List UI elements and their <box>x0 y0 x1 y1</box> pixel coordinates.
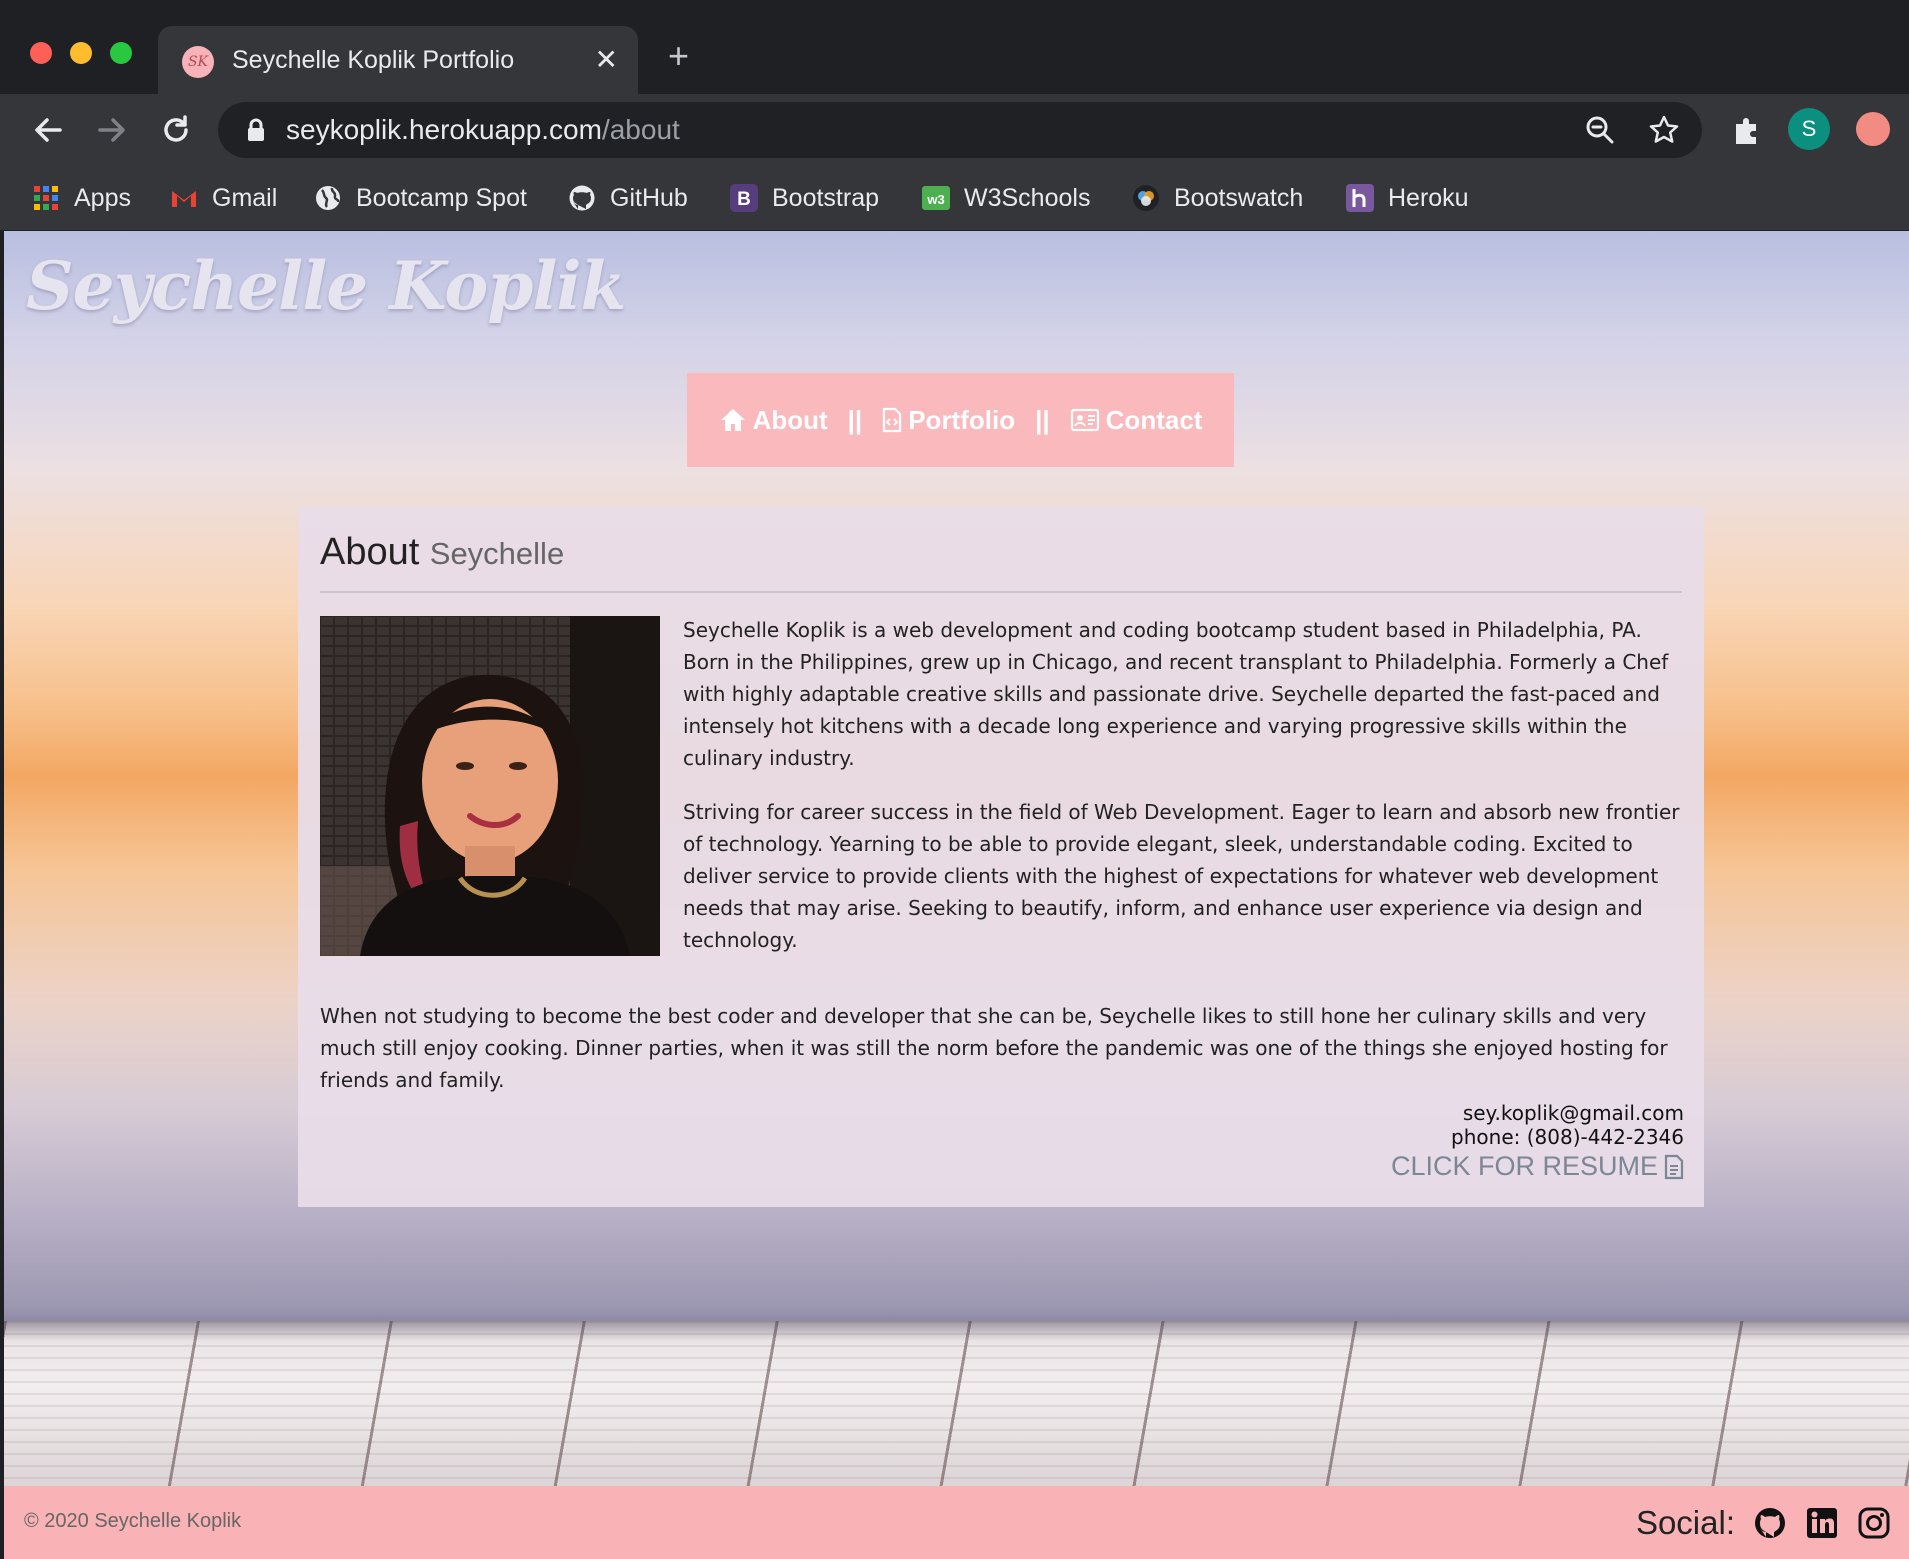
bookmark-heroku[interactable]: Heroku <box>1346 178 1469 218</box>
bookmark-star-icon[interactable] <box>1648 114 1680 146</box>
address-card-icon <box>1070 408 1099 432</box>
gmail-icon <box>172 191 196 207</box>
nav-portfolio-label: Portfolio <box>908 404 1016 435</box>
bookmark-github[interactable]: GitHub <box>568 178 688 218</box>
nav-contact-label: Contact <box>1105 404 1203 435</box>
about-card: About Seychelle Seychelle Koplik is a we… <box>298 507 1704 1207</box>
bookmark-w3schools[interactable]: w3 W3Schools <box>922 178 1090 218</box>
lock-icon <box>248 118 264 141</box>
bookmark-gmail[interactable]: Gmail <box>170 178 277 218</box>
address-bar[interactable]: seykoplik.herokuapp.com/about <box>218 102 1702 158</box>
zoom-icon[interactable] <box>1584 114 1616 146</box>
heroku-icon <box>1346 184 1374 212</box>
resume-link[interactable]: CLICK FOR RESUME <box>1391 1151 1684 1182</box>
page-viewport: Seychelle Koplik About || Portfolio || C… <box>4 231 1909 1559</box>
new-tab-button[interactable]: + <box>668 38 689 74</box>
linkedin-icon[interactable] <box>1805 1506 1839 1540</box>
bookmark-label: W3Schools <box>964 183 1091 212</box>
bootstrap-icon: B <box>730 184 758 212</box>
bookmark-bootswatch[interactable]: Bootswatch <box>1132 178 1303 218</box>
apps-grid-icon <box>34 186 58 210</box>
resume-link-label: CLICK FOR RESUME <box>1390 1151 1658 1181</box>
bookmark-label: Bootstrap <box>772 183 880 212</box>
social-label: Social: <box>1635 1504 1735 1541</box>
nav-portfolio[interactable]: Portfolio <box>882 405 1015 436</box>
bookmark-label: Apps <box>74 183 131 212</box>
instagram-icon[interactable] <box>1857 1506 1891 1540</box>
browser-chrome: SK Seychelle Koplik Portfolio ✕ + seykop… <box>0 0 1909 231</box>
maximize-window-button[interactable] <box>110 42 132 64</box>
file-code-icon <box>883 407 902 433</box>
reload-icon[interactable] <box>156 110 196 150</box>
social-links: Social: <box>1636 1504 1891 1542</box>
bookmark-label: GitHub <box>610 183 688 212</box>
toolbar: seykoplik.herokuapp.com/about S <box>0 94 1909 166</box>
heading-divider <box>320 591 1682 593</box>
footer: © 2020 Seychelle Koplik Social: <box>4 1486 1909 1559</box>
svg-text:B: B <box>737 189 751 210</box>
bookmark-apps[interactable]: Apps <box>32 178 131 218</box>
bookmark-bootstrap[interactable]: B Bootstrap <box>730 178 879 218</box>
bookmark-label: Heroku <box>1388 183 1469 212</box>
url-text: seykoplik.herokuapp.com/about <box>286 114 680 145</box>
about-paragraph: Seychelle Koplik is a web development an… <box>683 618 1669 770</box>
close-window-button[interactable] <box>30 42 52 64</box>
github-icon <box>569 185 595 211</box>
main-nav: About || Portfolio || Contact <box>687 373 1234 467</box>
site-title[interactable]: Seychelle Koplik <box>26 247 626 325</box>
minimize-window-button[interactable] <box>70 42 92 64</box>
bookmark-label: Bootcamp Spot <box>356 183 527 212</box>
bootswatch-icon <box>1133 185 1159 211</box>
bookmark-bootcamp-spot[interactable]: Bootcamp Spot <box>314 178 527 218</box>
update-icon[interactable] <box>1856 112 1890 146</box>
tab-close-icon[interactable]: ✕ <box>595 42 618 78</box>
nav-separator: || <box>1035 404 1050 435</box>
home-icon <box>720 409 745 431</box>
tab-title: Seychelle Koplik Portfolio <box>232 46 515 74</box>
about-heading-main: About <box>320 531 420 573</box>
favicon-icon: SK <box>182 46 214 78</box>
back-icon[interactable] <box>28 110 68 150</box>
about-paragraph: When not studying to become the best cod… <box>320 1004 1668 1092</box>
svg-text:w3: w3 <box>926 192 944 207</box>
wood-floor-background <box>4 1321 1909 1486</box>
nav-contact[interactable]: Contact <box>1070 404 1203 436</box>
tab-strip: SK Seychelle Koplik Portfolio ✕ + <box>0 0 1909 94</box>
profile-avatar[interactable]: S <box>1788 108 1830 150</box>
forward-icon[interactable] <box>92 110 132 150</box>
globe-icon <box>316 186 340 210</box>
portrait-image <box>320 616 660 956</box>
about-heading-sub: Seychelle <box>429 536 565 571</box>
nav-about[interactable]: About <box>719 405 828 436</box>
nav-separator: || <box>847 404 863 435</box>
contact-block: sey.koplik@gmail.com phone: (808)-442-23… <box>1391 1101 1684 1182</box>
profile-photo <box>320 616 660 956</box>
about-heading: About Seychelle <box>320 531 564 574</box>
file-icon <box>1664 1154 1684 1179</box>
copyright-text: © 2020 Seychelle Koplik <box>24 1510 242 1532</box>
bookmark-label: Bootswatch <box>1174 183 1304 212</box>
about-paragraph: Striving for career success in the field… <box>683 800 1680 952</box>
extensions-icon[interactable] <box>1728 110 1768 150</box>
w3schools-icon: w3 <box>922 186 950 210</box>
bookmark-label: Gmail <box>212 183 278 212</box>
email-link[interactable]: sey.koplik@gmail.com <box>1391 1101 1684 1125</box>
bookmarks-bar: Apps Gmail Bootcamp Spot GitHub B Bootst… <box>0 166 1909 231</box>
nav-about-label: About <box>752 404 828 435</box>
github-icon[interactable] <box>1753 1506 1787 1540</box>
floor-shadow <box>4 1321 1909 1341</box>
browser-tab[interactable]: SK Seychelle Koplik Portfolio ✕ <box>158 26 638 94</box>
phone-text: phone: (808)-442-2346 <box>1451 1125 1684 1149</box>
